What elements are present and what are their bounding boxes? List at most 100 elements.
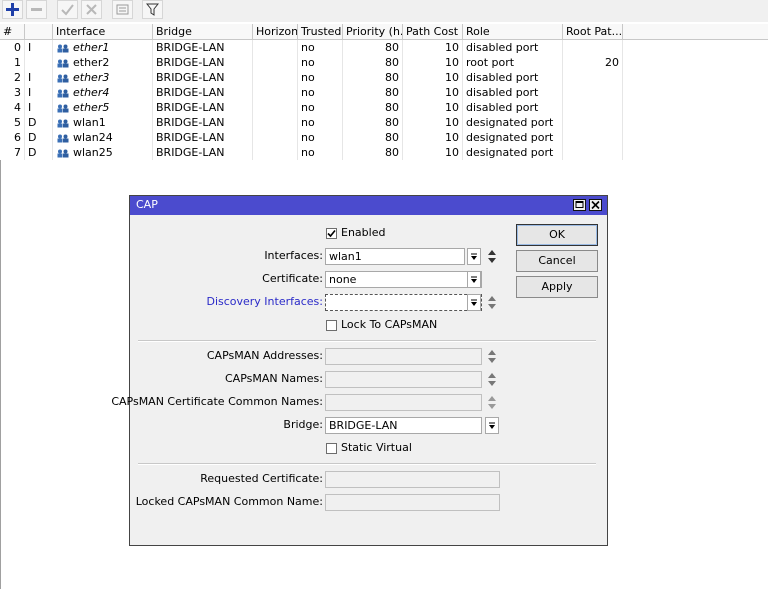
col-path-cost[interactable]: Path Cost (403, 24, 463, 39)
cell-flag (25, 55, 53, 70)
cell-role: root port (463, 55, 563, 70)
cell-role: disabled port (463, 100, 563, 115)
cell-role: designated port (463, 130, 563, 145)
remove-button[interactable] (26, 0, 47, 19)
dialog-titlebar[interactable]: CAP (130, 196, 607, 215)
enable-button[interactable] (57, 0, 78, 19)
col-trusted[interactable]: Trusted (298, 24, 343, 39)
cell-flag: D (25, 145, 53, 160)
col-flags[interactable] (25, 24, 53, 39)
add-button[interactable] (2, 0, 23, 19)
capsman-names-add-remove-icon[interactable] (487, 371, 497, 388)
cell-flag: I (25, 70, 53, 85)
separator (138, 463, 596, 465)
table-row[interactable]: 3 Iether4 BRIDGE-LAN no 80 10 disabled port (0, 85, 623, 100)
col-root-path-cost[interactable]: Root Pat... (563, 24, 623, 39)
col-horizon[interactable]: Horizon (253, 24, 298, 39)
bridge-field[interactable]: BRIDGE-LAN (325, 417, 482, 434)
col-bridge[interactable]: Bridge (153, 24, 253, 39)
cell-bridge: BRIDGE-LAN (153, 115, 253, 130)
cell-bridge: BRIDGE-LAN (153, 130, 253, 145)
cell-number: 2 (0, 70, 25, 85)
cell-interface: ether3 (53, 70, 153, 85)
cell-number: 6 (0, 130, 25, 145)
disable-button[interactable] (81, 0, 102, 19)
cell-trusted: no (298, 100, 343, 115)
interfaces-dropdown[interactable] (467, 248, 481, 265)
cell-bridge: BRIDGE-LAN (153, 100, 253, 115)
cell-path-cost: 10 (403, 70, 463, 85)
interface-name: ether2 (73, 56, 110, 69)
cell-root-path-cost (563, 85, 623, 100)
table-row[interactable]: 0 Iether1 BRIDGE-LAN no 80 10 disabled port (0, 40, 623, 55)
interfaces-label: Interfaces: (264, 249, 323, 262)
cell-horizon (253, 115, 298, 130)
cell-trusted: no (298, 40, 343, 55)
cell-trusted: no (298, 55, 343, 70)
maximize-icon (575, 201, 584, 208)
capsman-names-field (325, 371, 482, 388)
capsman-cert-cn-add-remove-icon[interactable] (487, 394, 497, 411)
discovery-add-remove-icon[interactable] (487, 294, 497, 311)
interface-name: ether3 (73, 71, 110, 84)
cell-priority: 80 (343, 115, 403, 130)
table-row[interactable]: 4 Iether5 BRIDGE-LAN no 80 10 disabled port (0, 100, 623, 115)
cell-trusted: no (298, 70, 343, 85)
certificate-dropdown[interactable] (467, 271, 481, 288)
interface-icon (57, 149, 69, 157)
cancel-button[interactable]: Cancel (516, 250, 598, 272)
static-virtual-checkbox[interactable] (326, 443, 337, 454)
col-interface[interactable]: Interface (53, 24, 153, 39)
cell-horizon (253, 55, 298, 70)
close-button[interactable] (589, 199, 602, 211)
filter-button[interactable] (142, 0, 163, 19)
cell-trusted: no (298, 145, 343, 160)
interface-name: wlan25 (73, 146, 113, 159)
table-row[interactable]: 2 Iether3 BRIDGE-LAN no 80 10 disabled port (0, 70, 623, 85)
cell-number: 3 (0, 85, 25, 100)
cell-horizon (253, 100, 298, 115)
cell-priority: 80 (343, 70, 403, 85)
interface-icon (57, 134, 69, 142)
cell-bridge: BRIDGE-LAN (153, 40, 253, 55)
cell-interface: ether5 (53, 100, 153, 115)
cell-role: designated port (463, 145, 563, 160)
enabled-checkbox[interactable] (326, 228, 337, 239)
discovery-interfaces-dropdown[interactable] (467, 294, 481, 311)
cell-horizon (253, 70, 298, 85)
interface-icon (57, 104, 69, 112)
apply-button[interactable]: Apply (516, 276, 598, 298)
cell-trusted: no (298, 85, 343, 100)
cell-priority: 80 (343, 130, 403, 145)
ok-button[interactable]: OK (516, 224, 598, 246)
comment-button[interactable] (112, 0, 133, 19)
col-role[interactable]: Role (463, 24, 563, 39)
enable-icon (61, 4, 74, 16)
cell-path-cost: 10 (403, 85, 463, 100)
bridge-dropdown[interactable] (485, 417, 499, 434)
cell-number: 5 (0, 115, 25, 130)
requested-certificate-field (325, 471, 500, 488)
certificate-field[interactable]: none (325, 271, 482, 288)
discovery-interfaces-field[interactable] (325, 294, 482, 311)
table-row[interactable]: 5 Dwlan1 BRIDGE-LAN no 80 10 designated port (0, 115, 623, 130)
cell-path-cost: 10 (403, 100, 463, 115)
capsman-names-label: CAPsMAN Names: (224, 372, 323, 385)
table-row[interactable]: 1 ether2 BRIDGE-LAN no 80 10 root port 20 (0, 55, 623, 70)
cell-path-cost: 10 (403, 145, 463, 160)
maximize-button[interactable] (573, 199, 586, 211)
interfaces-field[interactable]: wlan1 (325, 248, 465, 265)
separator (138, 340, 596, 342)
cell-path-cost: 10 (403, 55, 463, 70)
table-row[interactable]: 7 Dwlan25 BRIDGE-LAN no 80 10 designated port (0, 145, 623, 160)
col-number[interactable]: # (0, 24, 25, 39)
cell-role: designated port (463, 115, 563, 130)
interface-name: wlan1 (73, 116, 106, 129)
interfaces-add-remove-icon[interactable] (487, 248, 497, 265)
capsman-addresses-add-remove-icon[interactable] (487, 348, 497, 365)
lock-to-capsman-checkbox[interactable] (326, 320, 337, 331)
col-priority[interactable]: Priority (h... (343, 24, 403, 39)
table-row[interactable]: 6 Dwlan24 BRIDGE-LAN no 80 10 designated port (0, 130, 623, 145)
cell-root-path-cost (563, 130, 623, 145)
static-virtual-label: Static Virtual (341, 441, 412, 454)
